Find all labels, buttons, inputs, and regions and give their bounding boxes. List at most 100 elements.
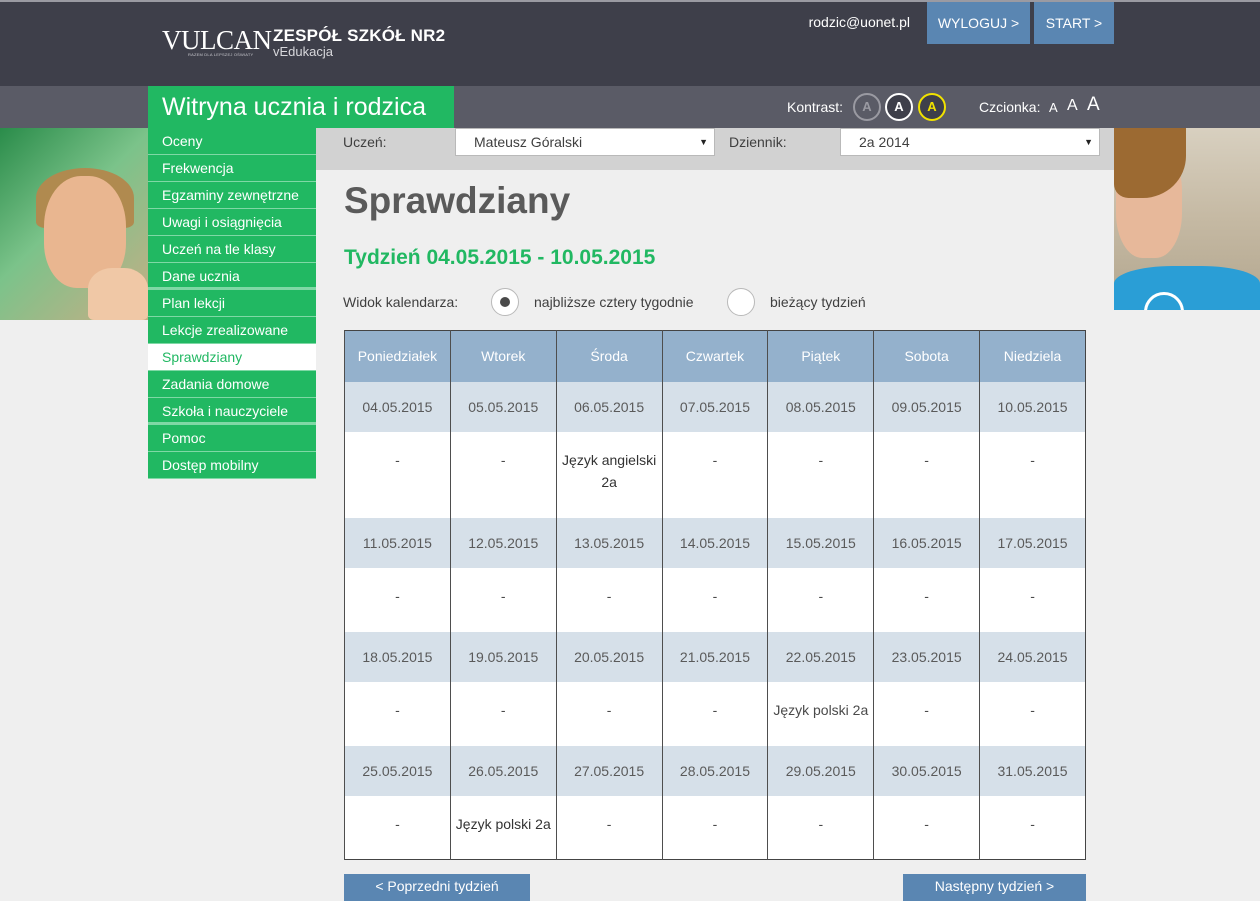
sidebar-item-szkola-i-nauczyciele[interactable]: Szkoła i nauczyciele xyxy=(148,398,316,425)
date-cell: 07.05.2015 xyxy=(661,381,768,432)
event-cell: - xyxy=(979,795,1086,860)
date-cell: 19.05.2015 xyxy=(449,631,557,682)
previous-week-button[interactable]: < Poprzedni tydzień xyxy=(344,874,530,901)
event-cell: - xyxy=(873,431,980,518)
photo-hand xyxy=(88,268,148,320)
student-photo-left xyxy=(0,128,148,320)
sidebar-item-dostep-mobilny[interactable]: Dostęp mobilny xyxy=(148,452,316,479)
view-four-weeks-label[interactable]: najbliższe cztery tygodnie xyxy=(534,294,694,310)
contrast-default-button[interactable]: A xyxy=(853,93,881,121)
journal-select-value: 2a 2014 xyxy=(859,134,910,150)
event-cell: - xyxy=(979,567,1086,632)
student-photo-right xyxy=(1114,128,1260,310)
sidebar-item-frekwencja[interactable]: Frekwencja xyxy=(148,155,316,182)
date-cell: 26.05.2015 xyxy=(449,745,557,796)
user-email: rodzic@uonet.pl xyxy=(808,14,910,30)
date-cell: 06.05.2015 xyxy=(555,381,663,432)
events-row: - - Język angielski 2a - - - - xyxy=(344,431,1086,518)
date-cell: 21.05.2015 xyxy=(661,631,768,682)
event-cell: - xyxy=(767,795,874,860)
sidebar-item-uczen-na-tle-klasy[interactable]: Uczeń na tle klasy xyxy=(148,236,316,263)
date-cell: 27.05.2015 xyxy=(555,745,663,796)
font-large-button[interactable]: A xyxy=(1087,94,1100,116)
date-cell: 29.05.2015 xyxy=(767,745,874,796)
events-row: - - - - Język polski 2a - - xyxy=(344,681,1086,746)
date-row: 11.05.2015 12.05.2015 13.05.2015 14.05.2… xyxy=(344,517,1086,568)
event-cell: - xyxy=(661,795,768,860)
date-row: 25.05.2015 26.05.2015 27.05.2015 28.05.2… xyxy=(344,745,1086,796)
date-cell: 16.05.2015 xyxy=(873,517,980,568)
date-cell: 24.05.2015 xyxy=(979,631,1086,682)
vulcan-logo[interactable]: VULCAN RAZEM DLA LEPSZEJ OŚWIATY xyxy=(162,26,272,60)
date-cell: 12.05.2015 xyxy=(449,517,557,568)
day-header: Wtorek xyxy=(449,330,557,382)
chevron-down-icon: ▼ xyxy=(1084,137,1093,147)
date-cell: 23.05.2015 xyxy=(873,631,980,682)
event-cell: - xyxy=(344,431,451,518)
photo-shirt xyxy=(1114,266,1260,310)
date-cell: 04.05.2015 xyxy=(344,381,451,432)
date-cell: 28.05.2015 xyxy=(661,745,768,796)
event-cell: - xyxy=(767,431,874,518)
event-cell: - xyxy=(979,681,1086,746)
week-range-title: Tydzień 04.05.2015 - 10.05.2015 xyxy=(344,246,656,269)
event-cell: - xyxy=(555,567,663,632)
sidebar-item-lekcje-zrealizowane[interactable]: Lekcje zrealizowane xyxy=(148,317,316,344)
date-cell: 25.05.2015 xyxy=(344,745,451,796)
day-header: Piątek xyxy=(767,330,874,382)
page-title: Sprawdziany xyxy=(344,180,571,221)
date-cell: 11.05.2015 xyxy=(344,517,451,568)
font-small-button[interactable]: A xyxy=(1049,100,1058,115)
event-cell: - xyxy=(661,681,768,746)
date-cell: 08.05.2015 xyxy=(767,381,874,432)
sidebar-item-oceny[interactable]: Oceny xyxy=(148,128,316,155)
sidebar-item-dane-ucznia[interactable]: Dane ucznia xyxy=(148,263,316,290)
event-cell: - xyxy=(449,681,557,746)
date-cell: 20.05.2015 xyxy=(555,631,663,682)
date-cell: 05.05.2015 xyxy=(449,381,557,432)
journal-select[interactable]: 2a 2014 ▼ xyxy=(840,128,1100,156)
sidebar-item-sprawdziany[interactable]: Sprawdziany xyxy=(148,344,316,371)
start-button[interactable]: START > xyxy=(1034,2,1114,44)
sidebar-item-plan-lekcji[interactable]: Plan lekcji xyxy=(148,290,316,317)
event-cell[interactable]: Język polski 2a xyxy=(767,681,874,746)
date-cell: 13.05.2015 xyxy=(555,517,663,568)
event-cell: - xyxy=(873,681,980,746)
date-cell: 17.05.2015 xyxy=(979,517,1086,568)
events-row: - Język polski 2a - - - - - xyxy=(344,795,1086,860)
date-cell: 31.05.2015 xyxy=(979,745,1086,796)
contrast-yellow-button[interactable]: A xyxy=(918,93,946,121)
logout-button[interactable]: WYLOGUJ > xyxy=(927,2,1030,44)
date-cell: 30.05.2015 xyxy=(873,745,980,796)
sidebar-item-uwagi[interactable]: Uwagi i osiągnięcia xyxy=(148,209,316,236)
event-cell: - xyxy=(555,795,663,860)
site-title: Witryna ucznia i rodzica xyxy=(148,86,454,128)
font-medium-button[interactable]: A xyxy=(1067,97,1078,115)
student-select[interactable]: Mateusz Góralski ▼ xyxy=(455,128,715,156)
sidebar-item-egzaminy[interactable]: Egzaminy zewnętrzne xyxy=(148,182,316,209)
day-header: Środa xyxy=(555,330,663,382)
tests-calendar: Poniedziałek Wtorek Środa Czwartek Piąte… xyxy=(344,330,1086,860)
event-cell: - xyxy=(661,431,768,518)
date-row: 18.05.2015 19.05.2015 20.05.2015 21.05.2… xyxy=(344,631,1086,682)
school-name: ZESPÓŁ SZKÓŁ NR2 xyxy=(273,26,446,45)
view-current-week-radio[interactable] xyxy=(727,288,755,316)
view-four-weeks-radio[interactable] xyxy=(491,288,519,316)
event-cell: - xyxy=(873,567,980,632)
sidebar-item-pomoc[interactable]: Pomoc xyxy=(148,425,316,452)
event-cell[interactable]: Język polski 2a xyxy=(449,795,557,860)
date-cell: 22.05.2015 xyxy=(767,631,874,682)
logo-word: VULCAN xyxy=(162,25,272,55)
day-header: Sobota xyxy=(873,330,980,382)
date-cell: 18.05.2015 xyxy=(344,631,451,682)
student-label: Uczeń: xyxy=(343,134,387,150)
day-header: Czwartek xyxy=(661,330,768,382)
event-cell: - xyxy=(344,681,451,746)
event-cell[interactable]: Język angielski 2a xyxy=(555,431,663,518)
view-current-week-label[interactable]: bieżący tydzień xyxy=(770,294,866,310)
day-header: Niedziela xyxy=(979,330,1086,382)
next-week-button[interactable]: Następny tydzień > xyxy=(903,874,1086,901)
selector-bar: Uczeń: Mateusz Góralski ▼ Dziennik: 2a 2… xyxy=(316,128,1114,170)
sidebar-item-zadania-domowe[interactable]: Zadania domowe xyxy=(148,371,316,398)
contrast-white-button[interactable]: A xyxy=(885,93,913,121)
